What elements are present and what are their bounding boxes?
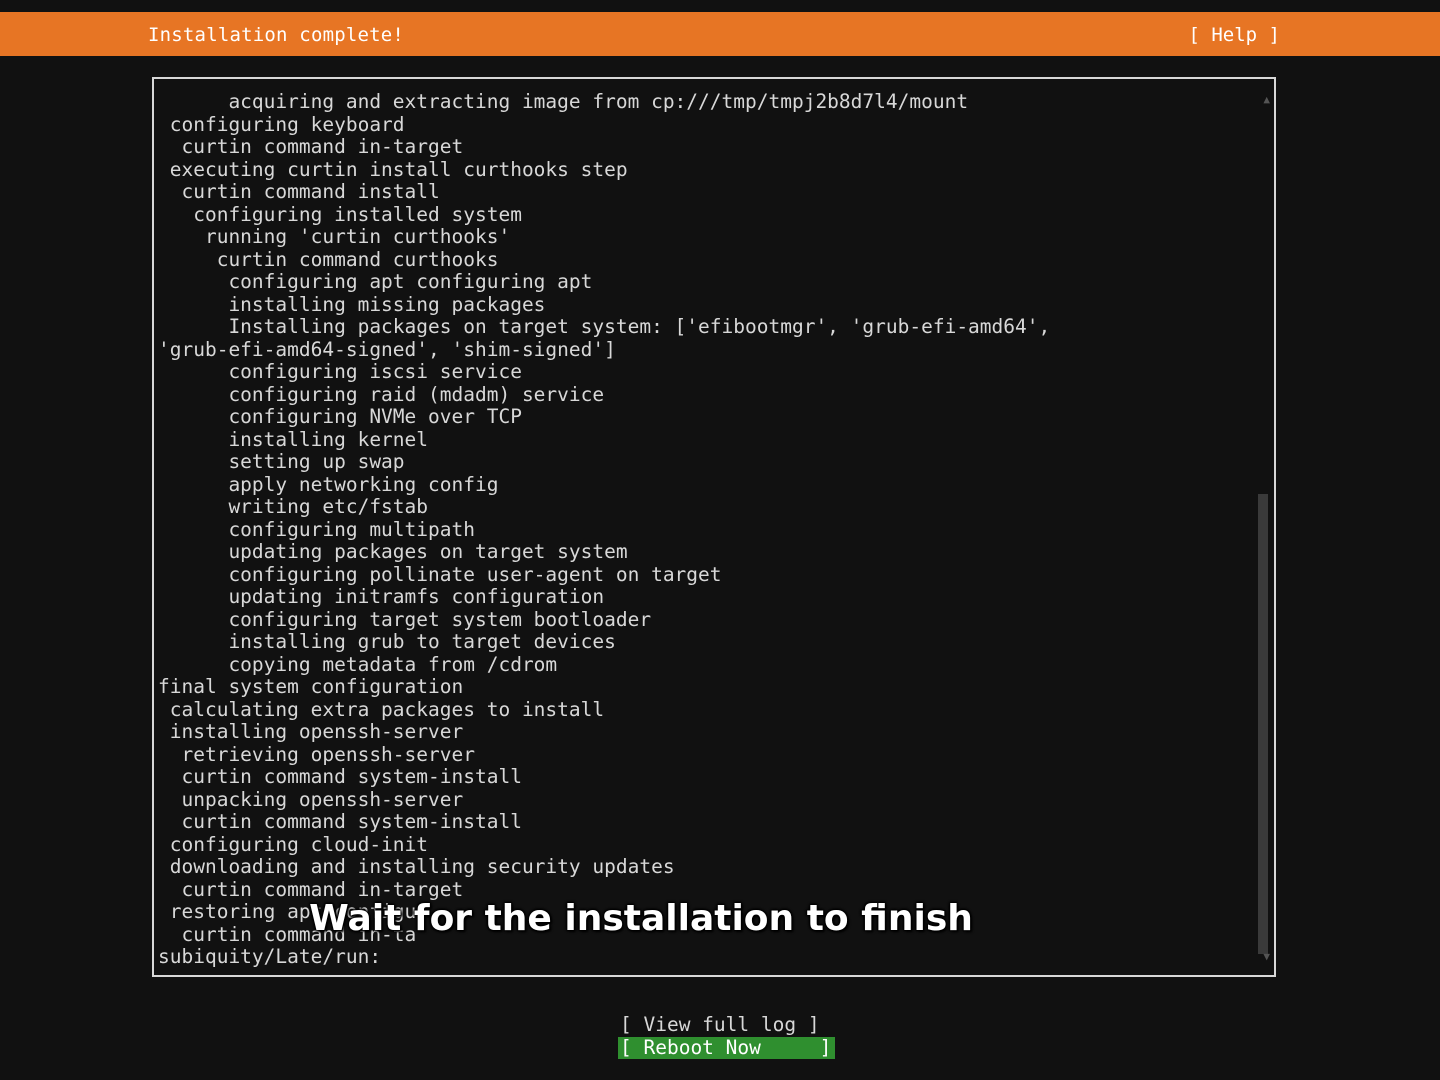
log-line: 'grub-efi-amd64-signed', 'shim-signed'] bbox=[158, 338, 616, 361]
log-line: configuring raid (mdadm) service bbox=[158, 383, 605, 406]
log-line: downloading and installing security upda… bbox=[158, 856, 675, 878]
log-line: copying metadata from /cdrom bbox=[158, 653, 558, 676]
log-line: installing openssh-server bbox=[158, 721, 464, 743]
log-line: retrieving openssh-server bbox=[158, 743, 475, 766]
log-line: curtin command install bbox=[158, 181, 440, 203]
log-line: installing kernel bbox=[158, 428, 429, 451]
log-line: subiquity/Late/run: bbox=[158, 946, 382, 968]
scroll-up-arrow-icon[interactable]: ▲ bbox=[1263, 93, 1270, 106]
log-line: updating packages on target system bbox=[158, 541, 628, 563]
log-line: curtin command system-install bbox=[158, 811, 522, 833]
log-line: updating initramfs configuration bbox=[158, 586, 605, 608]
log-line: unpacking openssh-server bbox=[158, 788, 464, 811]
scrollbar-track[interactable] bbox=[1258, 109, 1268, 954]
log-line: curtin command curthooks bbox=[158, 248, 499, 271]
log-line: curtin command system-install bbox=[158, 766, 522, 788]
log-line: configuring installed system bbox=[158, 203, 522, 226]
reboot-now-button[interactable]: [ Reboot Now ] bbox=[618, 1037, 836, 1059]
log-line: configuring NVMe over TCP bbox=[158, 406, 522, 428]
help-button[interactable]: [ Help ] bbox=[1188, 22, 1280, 48]
log-line: configuring target system bootloader bbox=[158, 608, 652, 631]
log-line: installing grub to target devices bbox=[158, 631, 616, 653]
top-strip bbox=[0, 0, 1440, 12]
log-line: configuring iscsi service bbox=[158, 361, 522, 383]
log-line: setting up swap bbox=[158, 451, 405, 473]
log-lines: acquiring and extracting image from cp:/… bbox=[158, 91, 1248, 969]
log-line: installing missing packages bbox=[158, 293, 546, 316]
log-line: Installing packages on target system: ['… bbox=[158, 316, 1051, 338]
scrollbar-thumb[interactable] bbox=[1258, 494, 1268, 954]
log-line: final system configuration bbox=[158, 676, 464, 698]
scroll-down-arrow-icon[interactable]: ▼ bbox=[1263, 950, 1270, 963]
view-full-log-button[interactable]: [ View full log ] bbox=[620, 1014, 820, 1036]
log-line: acquiring and extracting image from cp:/… bbox=[158, 91, 969, 113]
log-line: configuring apt configuring apt bbox=[158, 271, 593, 293]
log-line: restoring apt configu bbox=[158, 901, 417, 923]
install-log-panel[interactable]: acquiring and extracting image from cp:/… bbox=[152, 77, 1276, 977]
log-line: curtin command in-target bbox=[158, 136, 464, 158]
log-line: curtin command in-target bbox=[158, 878, 464, 901]
log-line: configuring keyboard bbox=[158, 113, 405, 136]
log-line: configuring multipath bbox=[158, 518, 475, 541]
page-title: Installation complete! bbox=[148, 24, 405, 46]
log-line: calculating extra packages to install bbox=[158, 698, 605, 721]
log-line: writing etc/fstab bbox=[158, 496, 429, 518]
log-line: curtin command in-ta bbox=[158, 923, 417, 946]
log-line: configuring cloud-init bbox=[158, 833, 429, 856]
log-line: configuring pollinate user-agent on targ… bbox=[158, 563, 722, 586]
log-line: running 'curtin curthooks' bbox=[158, 226, 511, 248]
log-line: apply networking config bbox=[158, 473, 499, 496]
log-line: executing curtin install curthooks step bbox=[158, 158, 628, 181]
